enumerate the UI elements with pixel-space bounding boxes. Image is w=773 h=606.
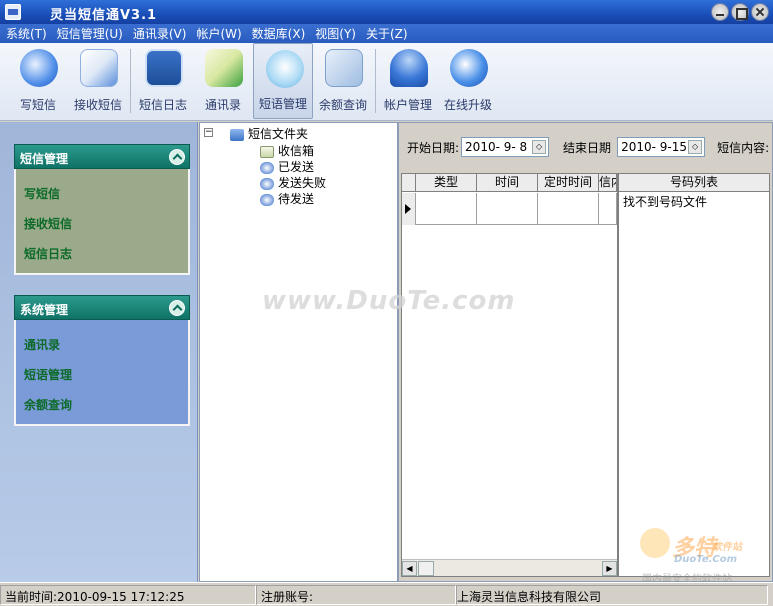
- end-date-label: 结束日期: [563, 140, 612, 155]
- start-date-picker[interactable]: 2010- 9- 8 ◇: [461, 137, 550, 157]
- sms-manage-group: 短信管理 写短信 接收短信 短信日志: [14, 144, 190, 275]
- menu-view[interactable]: 视图(Y): [315, 25, 356, 42]
- menu-about[interactable]: 关于(Z): [366, 25, 408, 42]
- tree-inbox[interactable]: 收信箱: [260, 142, 314, 159]
- number-list-message: 找不到号码文件: [623, 195, 708, 209]
- online-upgrade-button[interactable]: 在线升级: [438, 43, 498, 119]
- tree-root[interactable]: 短信文件夹: [230, 125, 308, 142]
- status-bar: 当前时间:2010-09-15 17:12:25 注册账号: 上海灵当信息科技有…: [0, 582, 773, 606]
- collapse-icon[interactable]: [169, 300, 185, 316]
- scroll-left-icon[interactable]: ◀: [402, 561, 417, 576]
- company-name: 上海灵当信息科技有限公司: [456, 584, 768, 605]
- nav-phrase-manage[interactable]: 短语管理: [24, 360, 188, 390]
- number-list-header: 号码列表: [619, 174, 769, 192]
- spin-icon[interactable]: ◇: [688, 140, 703, 154]
- row-indicator-icon: [402, 193, 416, 225]
- nav-address-book[interactable]: 通讯录: [24, 330, 188, 360]
- tree-sent[interactable]: 已发送: [260, 158, 314, 175]
- online-upgrade-icon: [450, 49, 488, 87]
- close-button[interactable]: [751, 3, 769, 21]
- mascot-icon: [640, 528, 670, 558]
- left-nav-panel: 短信管理 写短信 接收短信 短信日志 系统管理 通讯录 短语管理 余额查询: [0, 122, 198, 582]
- folder-icon: [230, 128, 244, 141]
- tree-pending[interactable]: 待发送: [260, 190, 314, 207]
- tree-expander[interactable]: −: [204, 128, 213, 137]
- toolbar: 写短信 接收短信 短信日志 通讯录 短语管理 余额查询 帐户管理 在线升级: [0, 43, 773, 121]
- col-content[interactable]: 信内: [599, 174, 617, 192]
- inbox-icon: [260, 145, 274, 158]
- menu-address-book[interactable]: 通讯录(V): [133, 25, 187, 42]
- nav-receive-sms[interactable]: 接收短信: [24, 209, 188, 239]
- address-book-button[interactable]: 通讯录: [193, 43, 253, 119]
- pending-icon: [260, 193, 274, 206]
- registered-account: 注册账号:: [256, 584, 456, 605]
- write-sms-button[interactable]: 写短信: [8, 43, 68, 119]
- maximize-button[interactable]: [731, 3, 749, 21]
- watermark-text: www.DuoTe.com: [262, 286, 516, 316]
- receive-sms-button[interactable]: 接收短信: [68, 43, 128, 119]
- grid-header: 类型 时间 定时时间 信内: [402, 174, 617, 192]
- current-time: 当前时间:2010-09-15 17:12:25: [0, 584, 256, 605]
- message-pane: 开始日期: 2010- 9- 8 ◇ 结束日期 2010- 9-15 ◇ 短信内…: [398, 122, 773, 582]
- phrase-manage-button[interactable]: 短语管理: [253, 43, 313, 119]
- balance-query-button[interactable]: 余额查询: [313, 43, 373, 119]
- table-row[interactable]: [402, 193, 617, 225]
- menu-system[interactable]: 系统(T): [6, 25, 47, 42]
- number-list: 号码列表 找不到号码文件: [618, 173, 770, 577]
- start-date-label: 开始日期:: [407, 140, 460, 155]
- nav-sms-log[interactable]: 短信日志: [24, 239, 188, 269]
- menu-bar: 系统(T) 短信管理(U) 通讯录(V) 帐户(W) 数据库(X) 视图(Y) …: [0, 24, 773, 43]
- scroll-right-icon[interactable]: ▶: [602, 561, 617, 576]
- collapse-icon[interactable]: [169, 149, 185, 165]
- sms-log-icon: [145, 49, 183, 87]
- menu-account[interactable]: 帐户(W): [196, 25, 241, 42]
- system-manage-group: 系统管理 通讯录 短语管理 余额查询: [14, 295, 190, 426]
- col-type[interactable]: 类型: [416, 174, 477, 192]
- sent-icon: [260, 161, 274, 174]
- sms-log-button[interactable]: 短信日志: [133, 43, 193, 119]
- col-scheduled-time[interactable]: 定时时间: [538, 174, 599, 192]
- scroll-thumb[interactable]: [418, 561, 434, 576]
- filter-row: 开始日期: 2010- 9- 8 ◇ 结束日期 2010- 9-15 ◇ 短信内…: [407, 137, 769, 157]
- system-manage-group-header[interactable]: 系统管理: [14, 295, 190, 320]
- duote-logo: 多特 软件站 DuoTe.Com 国内最安全的软件站: [636, 524, 766, 585]
- window-title: 灵当短信通V3.1: [50, 8, 158, 23]
- balance-query-icon: [325, 49, 363, 87]
- nav-balance-query[interactable]: 余额查询: [24, 390, 188, 420]
- nav-write-sms[interactable]: 写短信: [24, 179, 188, 209]
- folder-tree: − 短信文件夹 收信箱 已发送 发送失败 待发送: [199, 122, 398, 582]
- spin-icon[interactable]: ◇: [532, 140, 547, 154]
- app-icon[interactable]: [5, 4, 21, 20]
- send-failed-icon: [260, 177, 274, 190]
- title-bar: 灵当短信通V3.1: [0, 0, 773, 24]
- receive-sms-icon: [80, 49, 118, 87]
- menu-sms-manage[interactable]: 短信管理(U): [57, 25, 123, 42]
- menu-database[interactable]: 数据库(X): [252, 25, 306, 42]
- horizontal-scrollbar[interactable]: ◀ ▶: [402, 559, 617, 576]
- sms-manage-group-header[interactable]: 短信管理: [14, 144, 190, 169]
- address-book-icon: [205, 49, 243, 87]
- write-sms-icon: [20, 49, 58, 87]
- account-manage-icon: [390, 49, 428, 87]
- account-manage-button[interactable]: 帐户管理: [378, 43, 438, 119]
- tree-send-failed[interactable]: 发送失败: [260, 174, 326, 191]
- end-date-picker[interactable]: 2010- 9-15 ◇: [617, 137, 706, 157]
- content-label: 短信内容:: [717, 140, 770, 155]
- phrase-manage-icon: [266, 50, 304, 88]
- message-grid: 类型 时间 定时时间 信内 ◀ ▶: [401, 173, 618, 577]
- minimize-button[interactable]: [711, 3, 729, 21]
- col-time[interactable]: 时间: [477, 174, 538, 192]
